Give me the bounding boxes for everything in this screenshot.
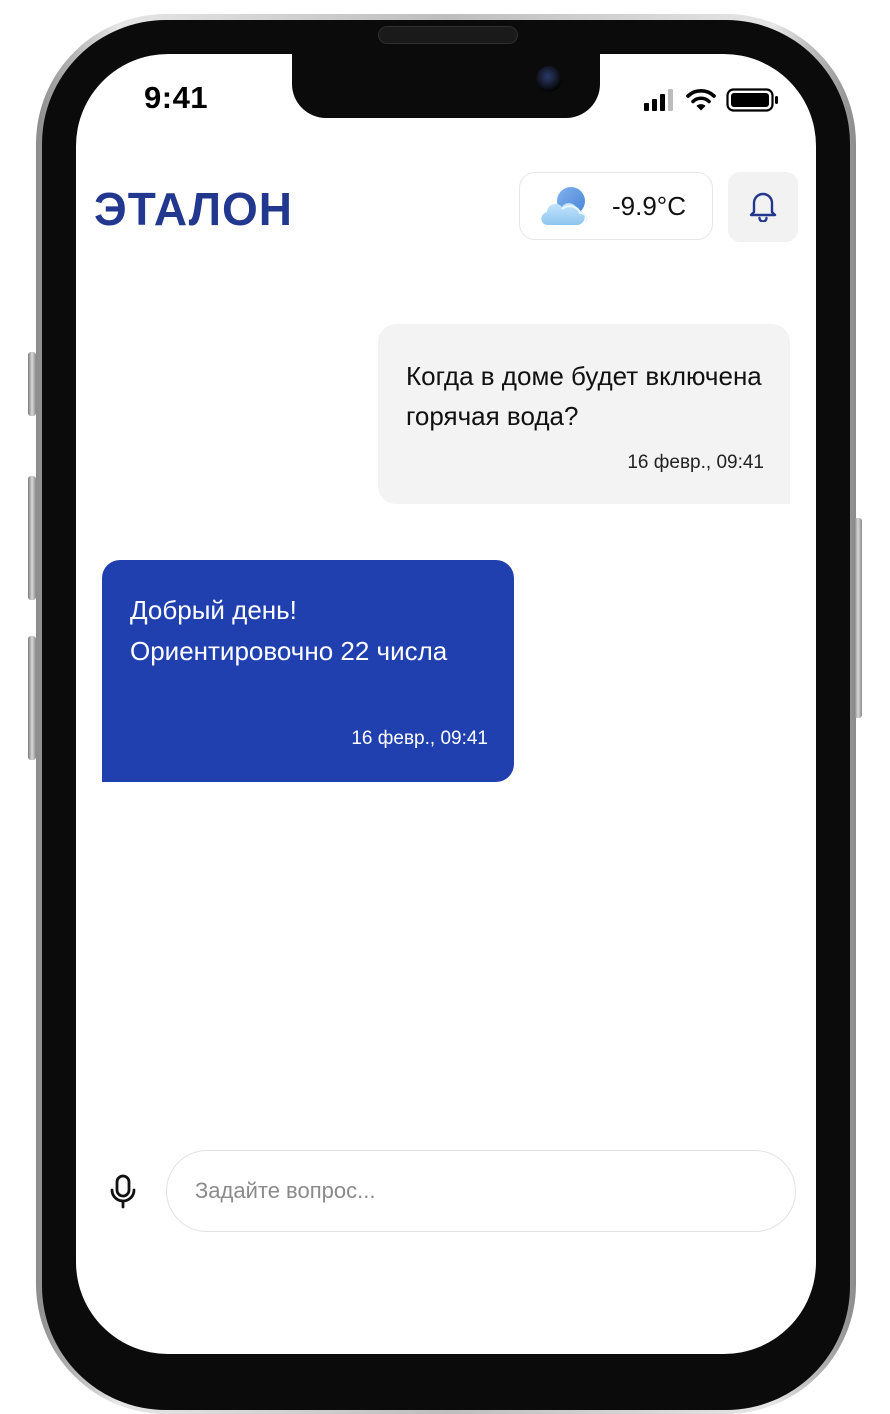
partly-cloudy-icon (538, 185, 594, 234)
status-icons (644, 88, 780, 117)
mute-switch (28, 352, 36, 416)
notch (292, 54, 600, 118)
app-screen: 9:41 ЭТАЛОН -9.9°C Когда в доме будет вк… (76, 54, 816, 1354)
outgoing-message: Когда в доме будет включена горячая вода… (378, 324, 790, 504)
weather-widget[interactable]: -9.9°C (519, 172, 713, 240)
wifi-icon (686, 89, 716, 116)
power-button (854, 518, 862, 718)
volume-up-button (28, 476, 36, 600)
notifications-button[interactable] (728, 172, 798, 242)
weather-temperature: -9.9°C (612, 191, 686, 221)
front-camera (536, 66, 562, 92)
message-text: Когда в доме будет включена горячая вода… (406, 361, 762, 431)
status-time: 9:41 (144, 80, 209, 115)
message-time: 16 февр., 09:41 (351, 728, 488, 749)
question-input[interactable] (166, 1150, 796, 1232)
battery-icon (726, 88, 780, 117)
message-text: Добрый день! Ориентировочно 22 числа (130, 595, 448, 666)
message-time: 16 февр., 09:41 (627, 452, 764, 473)
signal-icon (644, 89, 676, 116)
microphone-icon[interactable] (108, 1174, 138, 1215)
incoming-message: Добрый день! Ориентировочно 22 числа 16 … (102, 560, 514, 782)
volume-down-button (28, 636, 36, 760)
brand-logo[interactable]: ЭТАЛОН (94, 182, 293, 236)
earpiece-speaker (378, 26, 518, 44)
